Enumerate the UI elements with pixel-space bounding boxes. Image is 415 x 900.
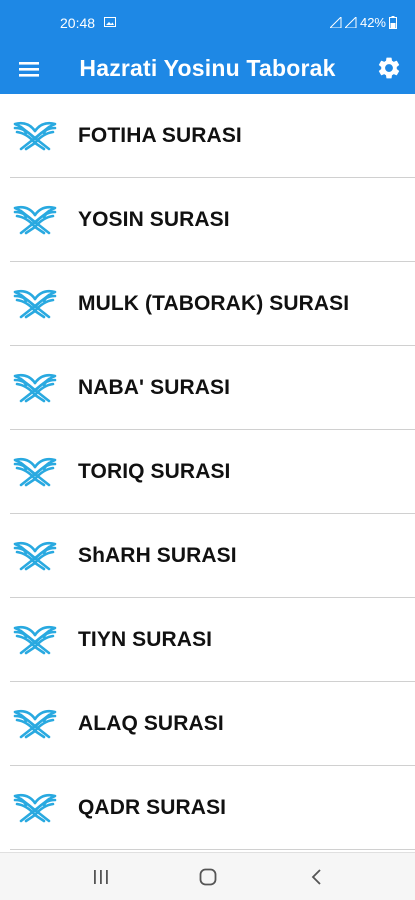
quran-book-icon — [13, 373, 57, 403]
app-bar: Hazrati Yosinu Taborak — [0, 46, 415, 94]
list-item[interactable]: ALAQ SURASI — [0, 682, 415, 766]
quran-book-icon — [13, 289, 57, 319]
quran-book-icon — [13, 457, 57, 487]
signal-icon — [329, 17, 342, 28]
surah-label: MULK (TABORAK) SURASI — [78, 292, 350, 315]
signal-icon-2 — [344, 17, 357, 28]
surah-label: FOTIHA SURASI — [78, 124, 242, 147]
surah-label: YOSIN SURASI — [78, 208, 230, 231]
divider — [10, 849, 415, 850]
app-title: Hazrati Yosinu Taborak — [79, 55, 336, 81]
battery-percent: 42% — [359, 15, 386, 30]
status-time: 20:48 — [60, 15, 96, 31]
gallery-notification-icon — [104, 17, 116, 27]
surah-label: QADR SURASI — [78, 796, 227, 819]
recent-apps-icon[interactable] — [89, 865, 113, 889]
list-item[interactable]: FOTIHA SURASI — [0, 94, 415, 178]
surah-label: NABA' SURASI — [78, 376, 231, 399]
surah-list: FOTIHA SURASI YOSIN SURASI MULK (TABORAK) … — [0, 94, 415, 852]
list-item[interactable]: NABA' SURASI — [0, 346, 415, 430]
quran-book-icon — [13, 205, 57, 235]
list-item[interactable]: TIYN SURASI — [0, 598, 415, 682]
list-item[interactable]: MULK (TABORAK) SURASI — [0, 262, 415, 346]
gear-icon — [378, 57, 400, 79]
status-right-group: 42% — [329, 15, 397, 30]
system-nav-bar — [0, 852, 415, 900]
battery-icon — [389, 16, 397, 29]
list-item[interactable]: TORIQ SURASI — [0, 430, 415, 514]
list-item[interactable]: ShARH SURASI — [0, 514, 415, 598]
surah-label: TIYN SURASI — [78, 628, 213, 651]
quran-book-icon — [13, 625, 57, 655]
list-item[interactable]: QADR SURASI — [0, 766, 415, 850]
quran-book-icon — [13, 709, 57, 739]
surah-label: TORIQ SURASI — [78, 460, 231, 483]
settings-button[interactable] — [376, 55, 402, 81]
surah-label: ShARH SURASI — [78, 544, 237, 567]
home-icon[interactable] — [196, 865, 220, 889]
quran-book-icon — [13, 793, 57, 823]
status-bar: 20:48 42% — [0, 0, 415, 46]
back-icon[interactable] — [305, 865, 329, 889]
list-item[interactable]: YOSIN SURASI — [0, 178, 415, 262]
quran-book-icon — [13, 121, 57, 151]
quran-book-icon — [13, 541, 57, 571]
surah-label: ALAQ SURASI — [78, 712, 224, 735]
